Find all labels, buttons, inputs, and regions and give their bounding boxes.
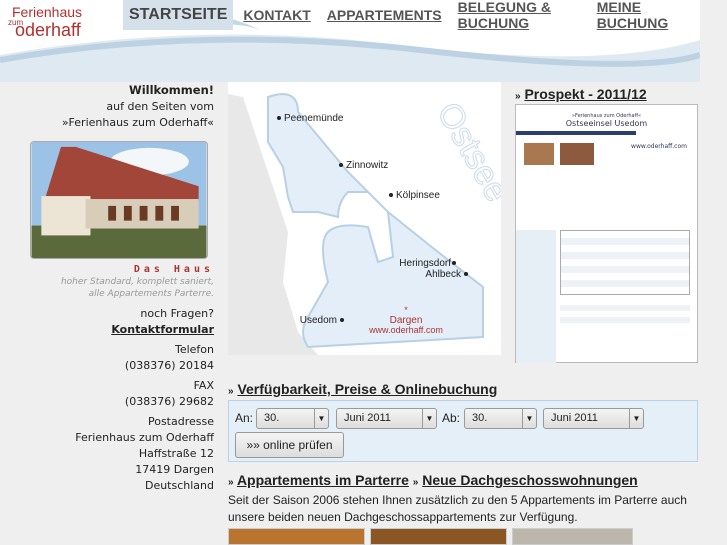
logo-text: oderhaff <box>15 20 81 40</box>
map-place: Kölpinsee <box>396 190 440 201</box>
map-place: Usedom <box>300 315 337 326</box>
apartment-photo[interactable] <box>370 528 507 545</box>
arrival-day-select[interactable]: 30. ▼ <box>256 408 329 429</box>
welcome-heading: Willkommen! <box>129 83 214 97</box>
nav-appartements[interactable]: APPARTEMENTS <box>327 7 442 23</box>
prospekt-heading: » Prospekt - 2011/12 <box>515 86 647 102</box>
select-value: Juni 2011 <box>344 412 391 424</box>
departure-month-select[interactable]: Juni 2011 ▼ <box>543 408 644 429</box>
nav-startseite[interactable]: STARTSEITE <box>123 0 234 30</box>
apartments-text: Seit der Saison 2006 stehen Ihnen zusätz… <box>228 493 687 524</box>
select-value: 30. <box>264 412 280 424</box>
photo-caption: hoher Standard, komplett saniert, <box>60 277 214 287</box>
photo-caption: alle Appartements Parterre. <box>88 289 214 299</box>
chevron-down-icon: ▼ <box>314 409 328 428</box>
chevron-down-icon: ▼ <box>422 409 436 428</box>
nav-kontakt[interactable]: KONTAKT <box>243 7 310 23</box>
sidebar: Willkommen! auf den Seiten vom »Ferienha… <box>0 82 220 494</box>
apartment-photo[interactable] <box>228 528 365 545</box>
address-line: Haffstraße 12 <box>138 447 214 460</box>
chevron-down-icon: ▼ <box>522 409 536 428</box>
address-line: 17419 Dargen <box>135 463 214 476</box>
address-line: Deutschland <box>144 479 214 492</box>
arrival-month-select[interactable]: Juni 2011 ▼ <box>336 408 437 429</box>
home-marker-icon: * <box>404 305 408 315</box>
map-place: Zinnowitz <box>346 160 388 171</box>
prospekt-subtitle: Ostseeinsel Usedom <box>565 119 648 128</box>
fax-number: (038376) 29682 <box>124 395 214 408</box>
prospekt-bar <box>516 131 636 135</box>
contact-form-link[interactable]: Kontaktformular <box>111 323 214 336</box>
booking-link[interactable]: Verfügbarkeit, Preise & Onlinebuchung <box>237 381 497 397</box>
arrow-icon: » <box>228 386 234 397</box>
main-nav: STARTSEITE KONTAKT APPARTEMENTS BELEGUNG… <box>123 0 700 31</box>
house-photo <box>30 141 208 259</box>
address-line: Ferienhaus zum Oderhaff <box>75 431 214 444</box>
nav-belegung-buchung[interactable]: BELEGUNG & BUCHUNG <box>458 0 581 31</box>
questions-text: noch Fragen? <box>140 307 214 320</box>
prospekt-link[interactable]: Prospekt - 2011/12 <box>524 86 646 102</box>
select-value: Juni 2011 <box>551 412 598 424</box>
usedom-map[interactable]: Ostsee Peenemünde Zinnowitz Kölpinsee He… <box>228 82 501 355</box>
address-label: Postadresse <box>147 415 214 428</box>
logo-text: Ferienhaus <box>12 4 83 20</box>
check-online-button[interactable]: »» online prüfen <box>235 432 344 458</box>
dachgeschoss-link[interactable]: Neue Dachgeschosswohnungen <box>422 472 637 488</box>
departure-label: Ab: <box>442 411 461 425</box>
prospekt-thumbnail[interactable]: »Ferienhaus zum Oderhaff« Ostseeinsel Us… <box>515 104 698 363</box>
departure-day-select[interactable]: 30. ▼ <box>464 408 537 429</box>
logo[interactable]: Ferienhaus zum oderhaff <box>8 5 82 39</box>
header: Ferienhaus zum oderhaff STARTSEITE KONTA… <box>0 0 700 82</box>
apartment-photo[interactable] <box>512 528 633 545</box>
welcome-text: »Ferienhaus zum Oderhaff« <box>61 116 214 129</box>
select-value: 30. <box>472 412 488 424</box>
apartments-heading: » Appartements im Parterre » Neue Dachge… <box>228 472 638 488</box>
map-place: Peenemünde <box>284 113 344 124</box>
phone-number: (038376) 20184 <box>124 359 214 372</box>
map-place: Heringsdorf <box>399 258 451 269</box>
nav-meine-buchung[interactable]: MEINE BUCHUNG <box>597 0 684 31</box>
arrow-icon: » <box>515 91 521 102</box>
map-url: www.oderhaff.com <box>368 325 443 335</box>
chevron-down-icon: ▼ <box>629 409 643 428</box>
arrow-icon: » <box>228 477 234 488</box>
fax-label: FAX <box>193 379 214 392</box>
booking-heading: » Verfügbarkeit, Preise & Onlinebuchung <box>228 381 497 397</box>
map-place: Ahlbeck <box>425 269 462 280</box>
arrow-icon: » <box>412 477 419 488</box>
arrival-label: An: <box>235 411 254 425</box>
welcome-text: auf den Seiten vom <box>106 100 214 113</box>
parterre-link[interactable]: Appartements im Parterre <box>237 472 409 488</box>
phone-label: Telefon <box>174 343 214 356</box>
photo-caption-title: Das Haus <box>133 264 214 275</box>
booking-form: An: 30. ▼ Juni 2011 ▼ Ab: 30. ▼ Juni 2011 ▼ … <box>228 400 698 462</box>
